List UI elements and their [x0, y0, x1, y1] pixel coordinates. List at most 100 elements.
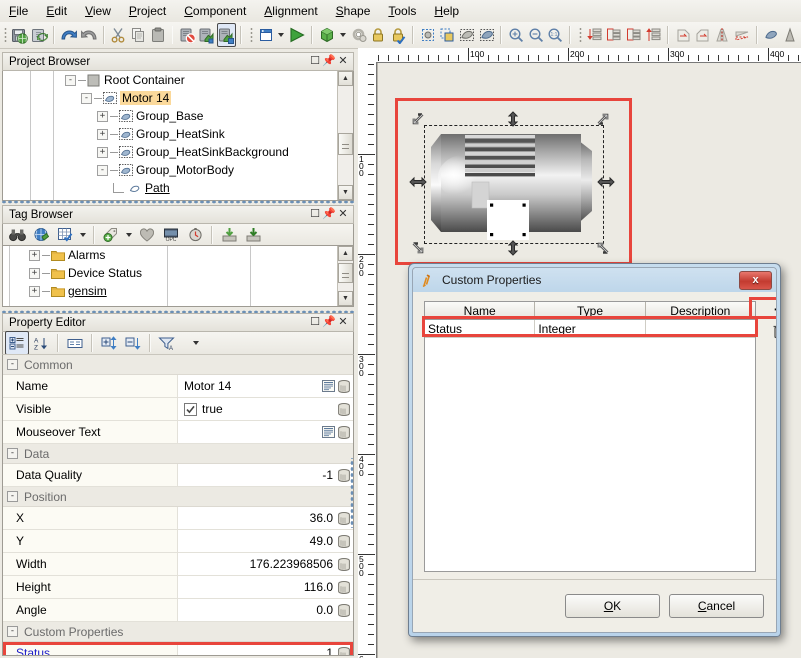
table-column-header[interactable]: Description: [646, 302, 755, 319]
tree-node[interactable]: +Group_HeatSinkBackground: [3, 143, 353, 161]
tag-tree-scrollbar[interactable]: ▲ ▼: [337, 246, 353, 306]
tree-expander[interactable]: -: [81, 93, 92, 104]
shape-subtract-icon[interactable]: [781, 23, 801, 47]
lock-icon[interactable]: [369, 23, 389, 47]
property-value-cell[interactable]: 1: [178, 642, 337, 656]
menu-item-project[interactable]: Project: [120, 2, 175, 20]
pin-icon[interactable]: 📌: [322, 316, 336, 329]
table-cell-type[interactable]: Integer: [535, 320, 645, 337]
tree-expander[interactable]: +: [29, 250, 40, 261]
menu-item-component[interactable]: Component: [175, 2, 255, 20]
alphabetical-sort-icon[interactable]: AZ: [29, 331, 53, 355]
selection-box-icon[interactable]: [437, 23, 457, 47]
tree-expander[interactable]: +: [97, 147, 108, 158]
export-tags-icon[interactable]: [241, 223, 265, 247]
w-resize-handle[interactable]: [409, 175, 427, 189]
shape-union-icon[interactable]: [762, 23, 782, 47]
new-template-icon[interactable]: [317, 23, 337, 47]
dialog-titlebar[interactable]: Custom Properties x: [413, 268, 776, 293]
scroll-down-arrow[interactable]: ▼: [338, 185, 353, 200]
ungroup-icon[interactable]: [477, 23, 497, 47]
close-icon[interactable]: ✕: [336, 55, 350, 68]
cancel-button[interactable]: Cancel: [669, 594, 764, 618]
property-row-visible[interactable]: Visibletrue: [3, 398, 353, 421]
binding-db-icon[interactable]: [337, 534, 351, 548]
scroll-thumb[interactable]: [338, 263, 353, 283]
menu-item-help[interactable]: Help: [425, 2, 468, 20]
maximize-icon[interactable]: ☐: [308, 208, 322, 221]
tree-expander[interactable]: +: [29, 268, 40, 279]
e-resize-handle[interactable]: [597, 175, 615, 189]
custom-properties-dialog[interactable]: Custom Properties x NameTypeDescription …: [408, 263, 781, 637]
refresh-icon[interactable]: [29, 23, 49, 47]
tag-tree-node[interactable]: +Alarms: [3, 246, 353, 264]
property-value-cell[interactable]: 176.223968506: [178, 553, 337, 575]
cut-icon[interactable]: [109, 23, 129, 47]
undo-icon[interactable]: [59, 23, 79, 47]
property-category-common[interactable]: -Common: [3, 355, 353, 375]
menu-item-shape[interactable]: Shape: [327, 2, 380, 20]
binding-db-icon[interactable]: [337, 511, 351, 525]
property-row-y[interactable]: Y49.0: [3, 530, 353, 553]
binding-db-icon[interactable]: [337, 557, 351, 571]
tree-node[interactable]: -Root Container: [3, 71, 353, 89]
tree-expander[interactable]: +: [97, 129, 108, 140]
ne-resize-handle[interactable]: [596, 112, 610, 126]
remove-property-icon[interactable]: [121, 331, 145, 355]
close-icon[interactable]: ✕: [336, 208, 350, 221]
delete-property-button[interactable]: [769, 321, 777, 341]
rotate-left-icon[interactable]: [673, 23, 693, 47]
zoom-in-icon[interactable]: [506, 23, 526, 47]
group-icon[interactable]: [457, 23, 477, 47]
align-bottom-icon[interactable]: [644, 23, 664, 47]
scroll-down-arrow[interactable]: ▼: [338, 291, 353, 306]
table-column-header[interactable]: Type: [535, 302, 645, 319]
category-expander[interactable]: -: [7, 491, 18, 502]
category-expander[interactable]: -: [7, 359, 18, 370]
scroll-up-arrow[interactable]: ▲: [338, 71, 353, 86]
se-resize-handle[interactable]: [596, 241, 610, 255]
tree-node[interactable]: +Group_Base: [3, 107, 353, 125]
binding-db-icon[interactable]: [337, 580, 351, 594]
binding-db-icon[interactable]: [337, 379, 351, 393]
property-row-mouseover-text[interactable]: Mouseover Text: [3, 421, 353, 444]
tag-tree[interactable]: +Alarms+Device Status+gensim: [3, 246, 353, 306]
property-category-custom-properties[interactable]: -Custom Properties: [3, 622, 353, 642]
menu-item-alignment[interactable]: Alignment: [255, 2, 326, 20]
new-window-icon[interactable]: [197, 23, 217, 47]
unlock-check-icon[interactable]: [388, 23, 408, 47]
tag-tree-node[interactable]: +Device Status: [3, 264, 353, 282]
toolbar-grip[interactable]: [2, 26, 8, 44]
zoom-out-icon[interactable]: [526, 23, 546, 47]
toolbar-grip[interactable]: [577, 26, 583, 44]
project-tree[interactable]: -Root Container-Motor 14+Group_Base+Grou…: [3, 71, 353, 200]
table-row[interactable]: StatusInteger: [425, 320, 755, 338]
close-icon[interactable]: ✕: [336, 316, 350, 329]
toolbar-grip[interactable]: [248, 26, 254, 44]
chevron-down-icon[interactable]: [193, 341, 199, 345]
paste-icon[interactable]: [148, 23, 168, 47]
property-value-cell[interactable]: -1: [178, 464, 337, 486]
project-tree-scrollbar[interactable]: ▲ ▼: [337, 71, 353, 200]
save-icon[interactable]: [10, 23, 30, 47]
property-row-height[interactable]: Height116.0: [3, 576, 353, 599]
property-value-cell[interactable]: 116.0: [178, 576, 337, 598]
pin-icon[interactable]: 📌: [322, 55, 336, 68]
chevron-down-icon[interactable]: [278, 33, 284, 37]
update-window-icon[interactable]: [217, 23, 237, 47]
new-tag-icon[interactable]: [99, 223, 123, 247]
tree-node[interactable]: +Group_HeatSink: [3, 125, 353, 143]
align-left-icon[interactable]: [604, 23, 624, 47]
heart-tag-icon[interactable]: [135, 223, 159, 247]
category-expander[interactable]: -: [7, 448, 18, 459]
tree-node[interactable]: Path: [3, 179, 353, 197]
binding-db-icon[interactable]: [337, 425, 351, 439]
binding-db-icon[interactable]: [337, 402, 351, 416]
s-resize-handle[interactable]: [506, 240, 520, 254]
binding-db-icon[interactable]: [337, 468, 351, 482]
property-value-cell[interactable]: 0.0: [178, 599, 337, 621]
property-row-x[interactable]: X36.0: [3, 507, 353, 530]
custom-properties-table[interactable]: NameTypeDescription StatusInteger: [424, 301, 756, 572]
new-window-dropdown-icon[interactable]: [256, 23, 276, 47]
sw-resize-handle[interactable]: [411, 241, 425, 255]
